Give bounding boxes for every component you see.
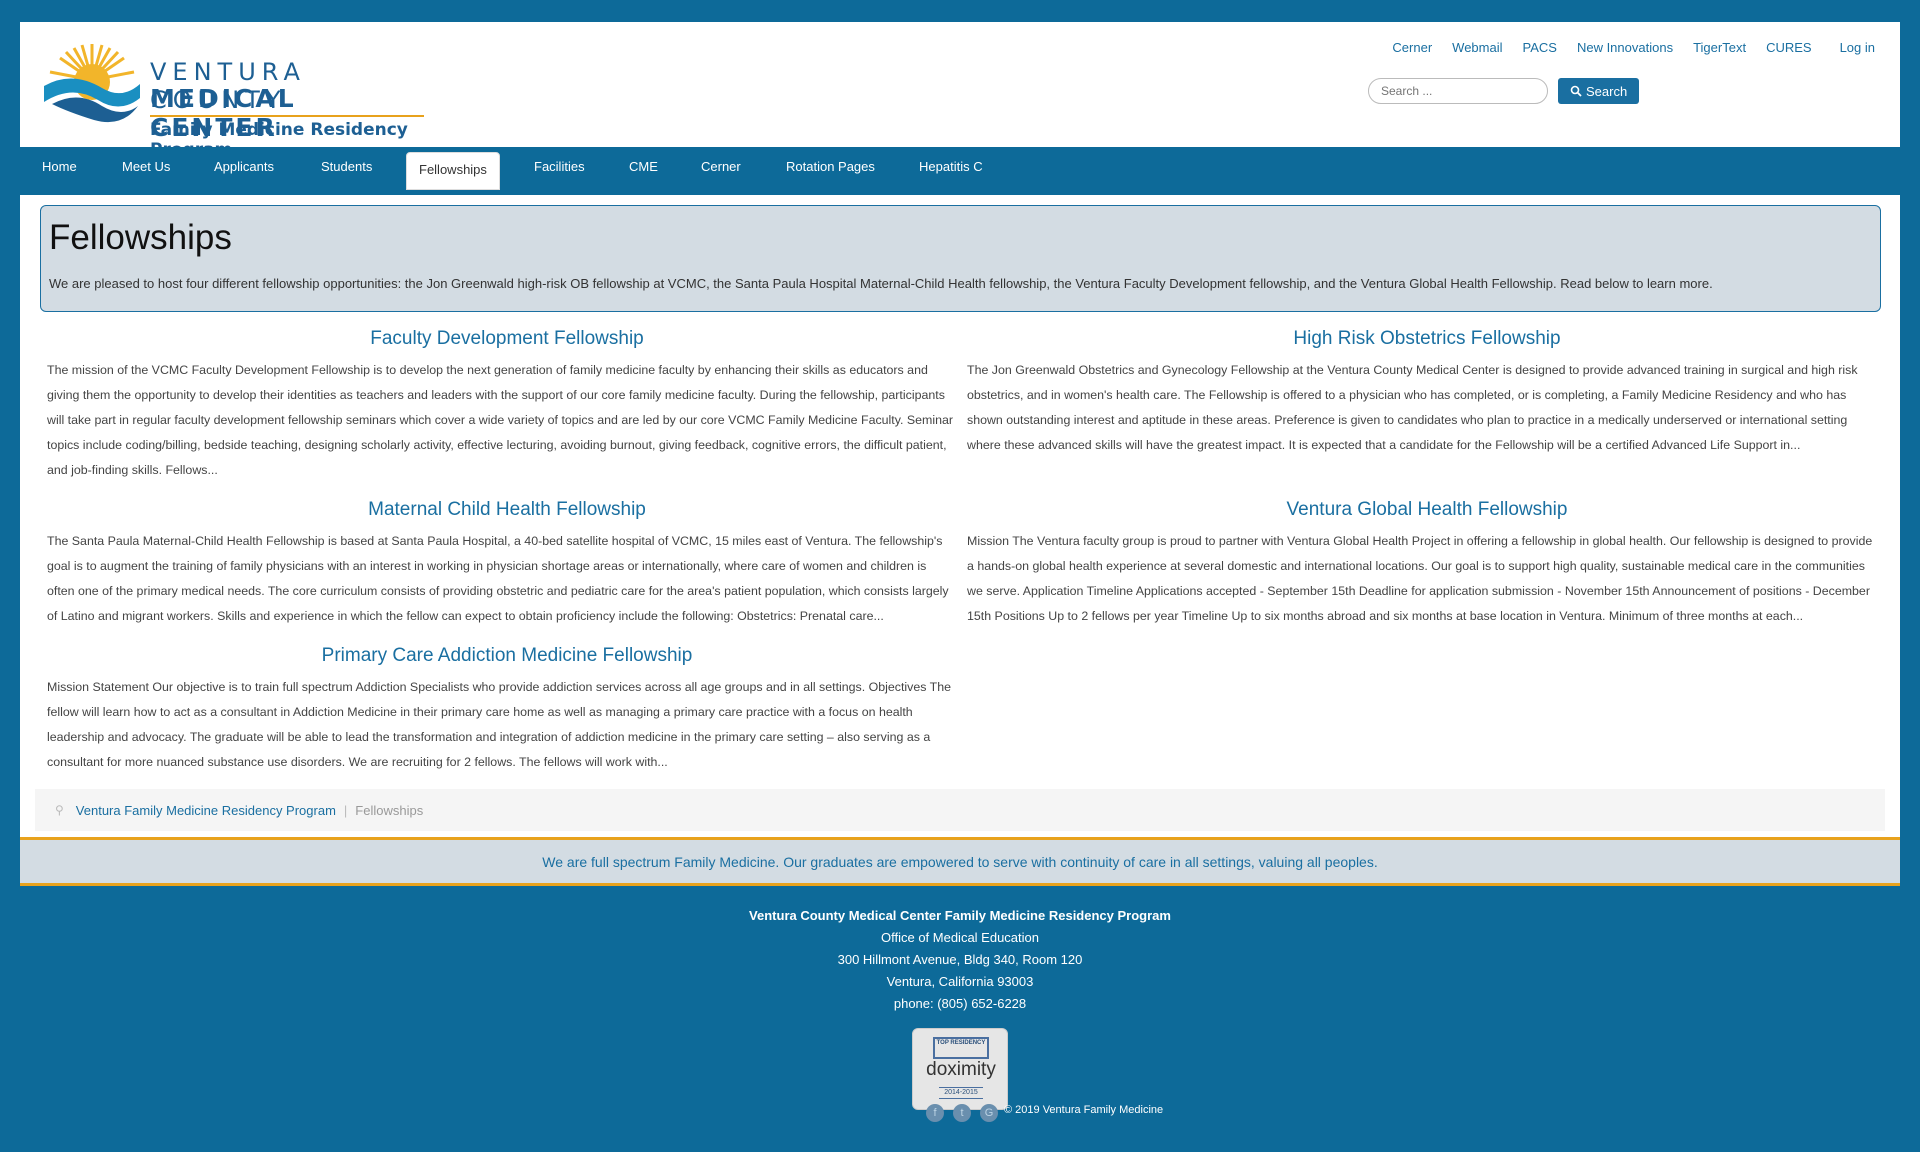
badge-years: 2014-2015 [939, 1087, 983, 1099]
nav-students[interactable]: Students [321, 159, 372, 174]
fellowship-title-link[interactable]: Faculty Development Fellowship [47, 328, 967, 350]
logo-divider [150, 115, 424, 117]
site-header: VENTURA COUNTY MEDICAL CENTER Family Med… [20, 22, 1900, 160]
intro-panel: Fellowships We are pleased to host four … [40, 205, 1881, 312]
fellowship-summary: The Jon Greenwald Obstetrics and Gynecol… [967, 363, 1858, 452]
top-link-cerner[interactable]: Cerner [1392, 40, 1432, 55]
fellowship-summary: The Santa Paula Maternal-Child Health Fe… [47, 534, 949, 623]
fellowship-card: Maternal Child Health Fellowship The San… [47, 493, 967, 629]
fellowship-card: Faculty Development Fellowship The missi… [47, 322, 967, 483]
breadcrumb: ⚲ Ventura Family Medicine Residency Prog… [35, 789, 1885, 831]
tagline-text: We are full spectrum Family Medicine. Ou… [542, 853, 1378, 870]
fellowship-title-link[interactable]: Primary Care Addiction Medicine Fellowsh… [47, 645, 967, 667]
nav-rotation-pages[interactable]: Rotation Pages [786, 159, 875, 174]
badge-brand: doximity [926, 1059, 996, 1080]
login-link[interactable]: Log in [1840, 40, 1875, 55]
main-nav: Home Meet Us Applicants Students Fellows… [20, 147, 1900, 195]
fellowship-card: Primary Care Addiction Medicine Fellowsh… [47, 639, 967, 775]
footer-copyright: © 2019 Ventura Family Medicine [1004, 1104, 1164, 1116]
top-link-webmail[interactable]: Webmail [1452, 40, 1502, 55]
page-title: Fellowships [49, 218, 232, 257]
nav-applicants[interactable]: Applicants [214, 159, 274, 174]
top-links: Cerner Webmail PACS New Innovations Tige… [1372, 40, 1875, 55]
search-form: Search [1368, 78, 1640, 104]
page-container: VENTURA COUNTY MEDICAL CENTER Family Med… [20, 22, 1900, 886]
search-icon [1570, 85, 1582, 97]
fellowship-title-link[interactable]: Ventura Global Health Fellowship [967, 499, 1887, 521]
nav-facilities[interactable]: Facilities [534, 159, 585, 174]
nav-fellowships[interactable]: Fellowships [406, 152, 500, 190]
nav-cme[interactable]: CME [629, 159, 658, 174]
fellowship-card: High Risk Obstetrics Fellowship The Jon … [967, 322, 1887, 483]
badge-tag: TOP RESIDENCY [933, 1037, 989, 1059]
footer-org: Ventura County Medical Center Family Med… [749, 908, 1171, 923]
nav-hepatitis-c[interactable]: Hepatitis C [919, 159, 983, 174]
breadcrumb-home-link[interactable]: Ventura Family Medicine Residency Progra… [76, 803, 336, 818]
site-footer: Ventura County Medical Center Family Med… [0, 905, 1920, 1015]
fellowship-title-link[interactable]: High Risk Obstetrics Fellowship [967, 328, 1887, 350]
top-link-new-innovations[interactable]: New Innovations [1577, 40, 1673, 55]
facebook-icon[interactable]: f [926, 1104, 944, 1122]
footer-address-line2: Ventura, California 93003 [886, 974, 1034, 989]
footer-address-line1: 300 Hillmont Avenue, Bldg 340, Room 120 [837, 952, 1083, 967]
fellowship-summary: Mission Statement Our objective is to tr… [47, 680, 952, 769]
footer-phone: phone: (805) 652-6228 [893, 996, 1027, 1011]
top-link-tigertext[interactable]: TigerText [1693, 40, 1746, 55]
search-input[interactable] [1368, 78, 1548, 104]
fellowship-title-link[interactable]: Maternal Child Health Fellowship [47, 499, 967, 521]
social-links: f t G [926, 1104, 998, 1122]
breadcrumb-current: Fellowships [355, 802, 424, 818]
footer-dept: Office of Medical Education [880, 930, 1039, 945]
top-link-cures[interactable]: CURES [1766, 40, 1812, 55]
sun-wave-logo-icon [44, 44, 140, 123]
nav-cerner[interactable]: Cerner [701, 159, 741, 174]
nav-home[interactable]: Home [42, 159, 77, 174]
twitter-icon[interactable]: t [953, 1104, 971, 1122]
breadcrumb-separator: | [343, 802, 348, 818]
intro-text: We are pleased to host four different fe… [49, 276, 1713, 291]
location-pin-icon: ⚲ [55, 803, 64, 817]
nav-meet-us[interactable]: Meet Us [122, 159, 170, 174]
fellowship-summary: Mission The Ventura faculty group is pro… [967, 534, 1873, 623]
fellowship-grid: Faculty Development Fellowship The missi… [20, 322, 1900, 785]
search-button-label: Search [1586, 83, 1628, 99]
tagline-banner: We are full spectrum Family Medicine. Ou… [20, 837, 1900, 886]
fellowship-card: Ventura Global Health Fellowship Mission… [967, 493, 1887, 629]
search-button[interactable]: Search [1558, 78, 1640, 104]
doximity-badge[interactable]: TOP RESIDENCY doximity 2014-2015 [912, 1028, 1008, 1110]
top-link-pacs[interactable]: PACS [1523, 40, 1557, 55]
google-icon[interactable]: G [980, 1104, 998, 1122]
fellowship-summary: The mission of the VCMC Faculty Developm… [47, 363, 954, 477]
site-logo[interactable]: VENTURA COUNTY MEDICAL CENTER Family Med… [42, 40, 424, 160]
